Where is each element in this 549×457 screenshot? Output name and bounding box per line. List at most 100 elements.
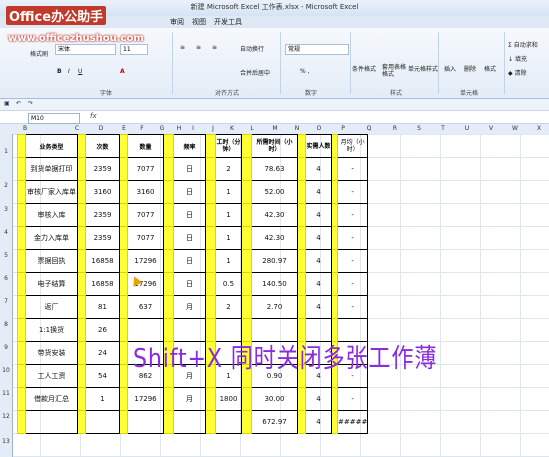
percent-icon[interactable]: % , (300, 68, 310, 75)
table-cell[interactable]: 7077 (127, 226, 164, 250)
table-cell[interactable]: 1 (215, 203, 242, 227)
column-header[interactable]: T (436, 125, 450, 132)
table-cell[interactable]: 4 (305, 226, 332, 250)
column-header[interactable]: K (225, 125, 239, 132)
column-header[interactable]: Q (362, 125, 376, 132)
row-header[interactable]: 3 (0, 206, 12, 213)
format-button[interactable]: 格式 (484, 64, 496, 73)
table-cell[interactable]: 24 (85, 341, 120, 365)
table-cell[interactable]: - (336, 295, 369, 319)
row-header[interactable]: 11 (0, 390, 12, 397)
table-cell[interactable]: 4 (305, 180, 332, 204)
header-cell[interactable]: 实需人数 (305, 134, 332, 158)
row-header[interactable]: 12 (0, 413, 12, 420)
table-cell[interactable]: 4 (305, 295, 332, 319)
table-cell[interactable]: 4 (305, 387, 332, 411)
wrap-text-button[interactable]: 自动换行 (240, 44, 264, 53)
fx-icon[interactable]: fx (90, 112, 97, 120)
table-cell[interactable]: 3160 (127, 180, 164, 204)
row-header[interactable]: 7 (0, 298, 12, 305)
table-cell[interactable]: 54 (85, 364, 120, 388)
table-cell[interactable]: 280.97 (251, 249, 298, 273)
table-cell[interactable]: 到货单据打印 (25, 157, 78, 181)
header-cell[interactable]: 工时（分钟） (215, 134, 242, 158)
column-header[interactable]: H (172, 125, 186, 132)
table-cell[interactable]: 2 (215, 157, 242, 181)
font-size-select[interactable]: 11 (120, 44, 148, 55)
row-header[interactable]: 10 (0, 367, 12, 374)
table-cell[interactable]: 1 (215, 226, 242, 250)
clear-button[interactable]: ◆ 清除 (508, 68, 527, 77)
table-cell[interactable]: 4 (305, 203, 332, 227)
table-cell[interactable]: 4 (305, 272, 332, 296)
table-cell[interactable]: 日 (173, 203, 206, 227)
format-painter-button[interactable]: 格式刷 (30, 49, 48, 58)
column-header[interactable]: N (290, 125, 304, 132)
table-cell[interactable]: 42.30 (251, 226, 298, 250)
save-icon[interactable]: ▣ (4, 100, 10, 107)
table-cell[interactable]: 42.30 (251, 203, 298, 227)
table-cell[interactable]: 4 (305, 157, 332, 181)
column-header[interactable]: R (388, 125, 402, 132)
table-cell[interactable]: 1800 (215, 387, 242, 411)
table-cell[interactable]: 4 (305, 249, 332, 273)
table-cell[interactable]: 672.97 (251, 410, 298, 434)
column-header[interactable]: I (186, 125, 200, 132)
column-header[interactable]: D (94, 125, 108, 132)
table-cell[interactable]: 月 (173, 295, 206, 319)
align-bottom-icon[interactable]: ≡ (212, 44, 217, 51)
table-cell[interactable] (173, 410, 206, 434)
table-cell[interactable]: 17296 (127, 387, 164, 411)
table-cell[interactable]: 30.00 (251, 387, 298, 411)
table-cell[interactable]: ##### (336, 410, 369, 434)
table-cell[interactable]: 日 (173, 180, 206, 204)
table-format-button[interactable]: 套用表格格式 (382, 64, 408, 78)
fill-button[interactable]: ↓ 填充 (508, 54, 527, 63)
column-header[interactable]: M (268, 125, 282, 132)
table-cell[interactable]: - (336, 157, 369, 181)
header-cell[interactable]: 次数 (85, 134, 120, 158)
table-cell[interactable]: 审核厂家入库单 (25, 180, 78, 204)
table-cell[interactable]: 26 (85, 318, 120, 342)
column-header[interactable]: V (484, 125, 498, 132)
table-cell[interactable]: 52.00 (251, 180, 298, 204)
table-cell[interactable]: 16858 (85, 272, 120, 296)
table-cell[interactable]: 日 (173, 249, 206, 273)
table-cell[interactable]: 2359 (85, 157, 120, 181)
bold-button[interactable]: B (57, 68, 62, 75)
redo-icon[interactable]: ↷ (28, 100, 33, 107)
table-cell[interactable]: 16858 (85, 249, 120, 273)
column-header[interactable]: U (460, 125, 474, 132)
row-header[interactable]: 8 (0, 321, 12, 328)
table-cell[interactable]: - (336, 203, 369, 227)
table-cell[interactable]: 2 (215, 295, 242, 319)
tab-review[interactable]: 审阅 (170, 17, 184, 27)
align-middle-icon[interactable]: ≡ (196, 44, 201, 51)
table-cell[interactable]: 0.5 (215, 272, 242, 296)
table-cell[interactable]: 月 (173, 387, 206, 411)
align-top-icon[interactable]: ≡ (180, 44, 185, 51)
column-header[interactable]: G (155, 125, 169, 132)
table-cell[interactable]: - (336, 272, 369, 296)
column-header[interactable]: S (412, 125, 426, 132)
column-header[interactable]: O (312, 125, 326, 132)
insert-button[interactable]: 插入 (444, 64, 456, 73)
column-header[interactable]: F (135, 125, 149, 132)
column-header[interactable]: C (70, 125, 84, 132)
table-cell[interactable]: 金力入库单 (25, 226, 78, 250)
row-header[interactable]: 4 (0, 229, 12, 236)
table-cell[interactable] (215, 410, 242, 434)
table-cell[interactable]: 140.50 (251, 272, 298, 296)
column-header[interactable]: P (336, 125, 350, 132)
conditional-format-button[interactable]: 条件格式 (352, 64, 376, 73)
table-cell[interactable]: 2359 (85, 203, 120, 227)
name-box[interactable]: M10 (28, 113, 80, 124)
table-cell[interactable]: 3160 (85, 180, 120, 204)
table-cell[interactable]: 1 (215, 249, 242, 273)
column-header[interactable]: B (18, 125, 32, 132)
table-cell[interactable]: 电子结算 (25, 272, 78, 296)
table-cell[interactable]: 7077 (127, 157, 164, 181)
row-header[interactable]: 6 (0, 275, 12, 282)
table-cell[interactable]: 日 (173, 272, 206, 296)
table-cell[interactable] (85, 410, 120, 434)
